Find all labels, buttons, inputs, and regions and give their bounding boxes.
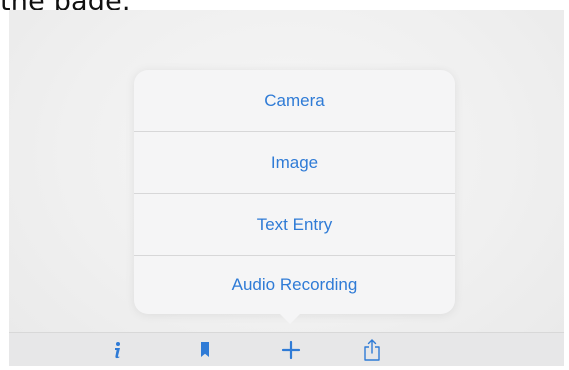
menu-item-camera[interactable]: Camera [134, 70, 455, 131]
info-button[interactable] [107, 333, 127, 366]
app-screen: Camera Image Text Entry Audio Recording [9, 10, 564, 366]
add-button[interactable] [276, 333, 306, 366]
popover-arrow [278, 312, 302, 324]
share-icon [364, 339, 380, 361]
info-icon [115, 342, 120, 359]
bookmark-button[interactable] [195, 333, 215, 366]
plus-icon [281, 340, 301, 360]
bottom-toolbar [9, 332, 564, 366]
menu-item-text-entry[interactable]: Text Entry [134, 194, 455, 255]
share-button[interactable] [358, 333, 386, 366]
add-menu-popover: Camera Image Text Entry Audio Recording [134, 70, 455, 314]
bookmark-icon [201, 342, 209, 357]
menu-item-audio-recording[interactable]: Audio Recording [134, 256, 455, 314]
menu-item-image[interactable]: Image [134, 132, 455, 193]
